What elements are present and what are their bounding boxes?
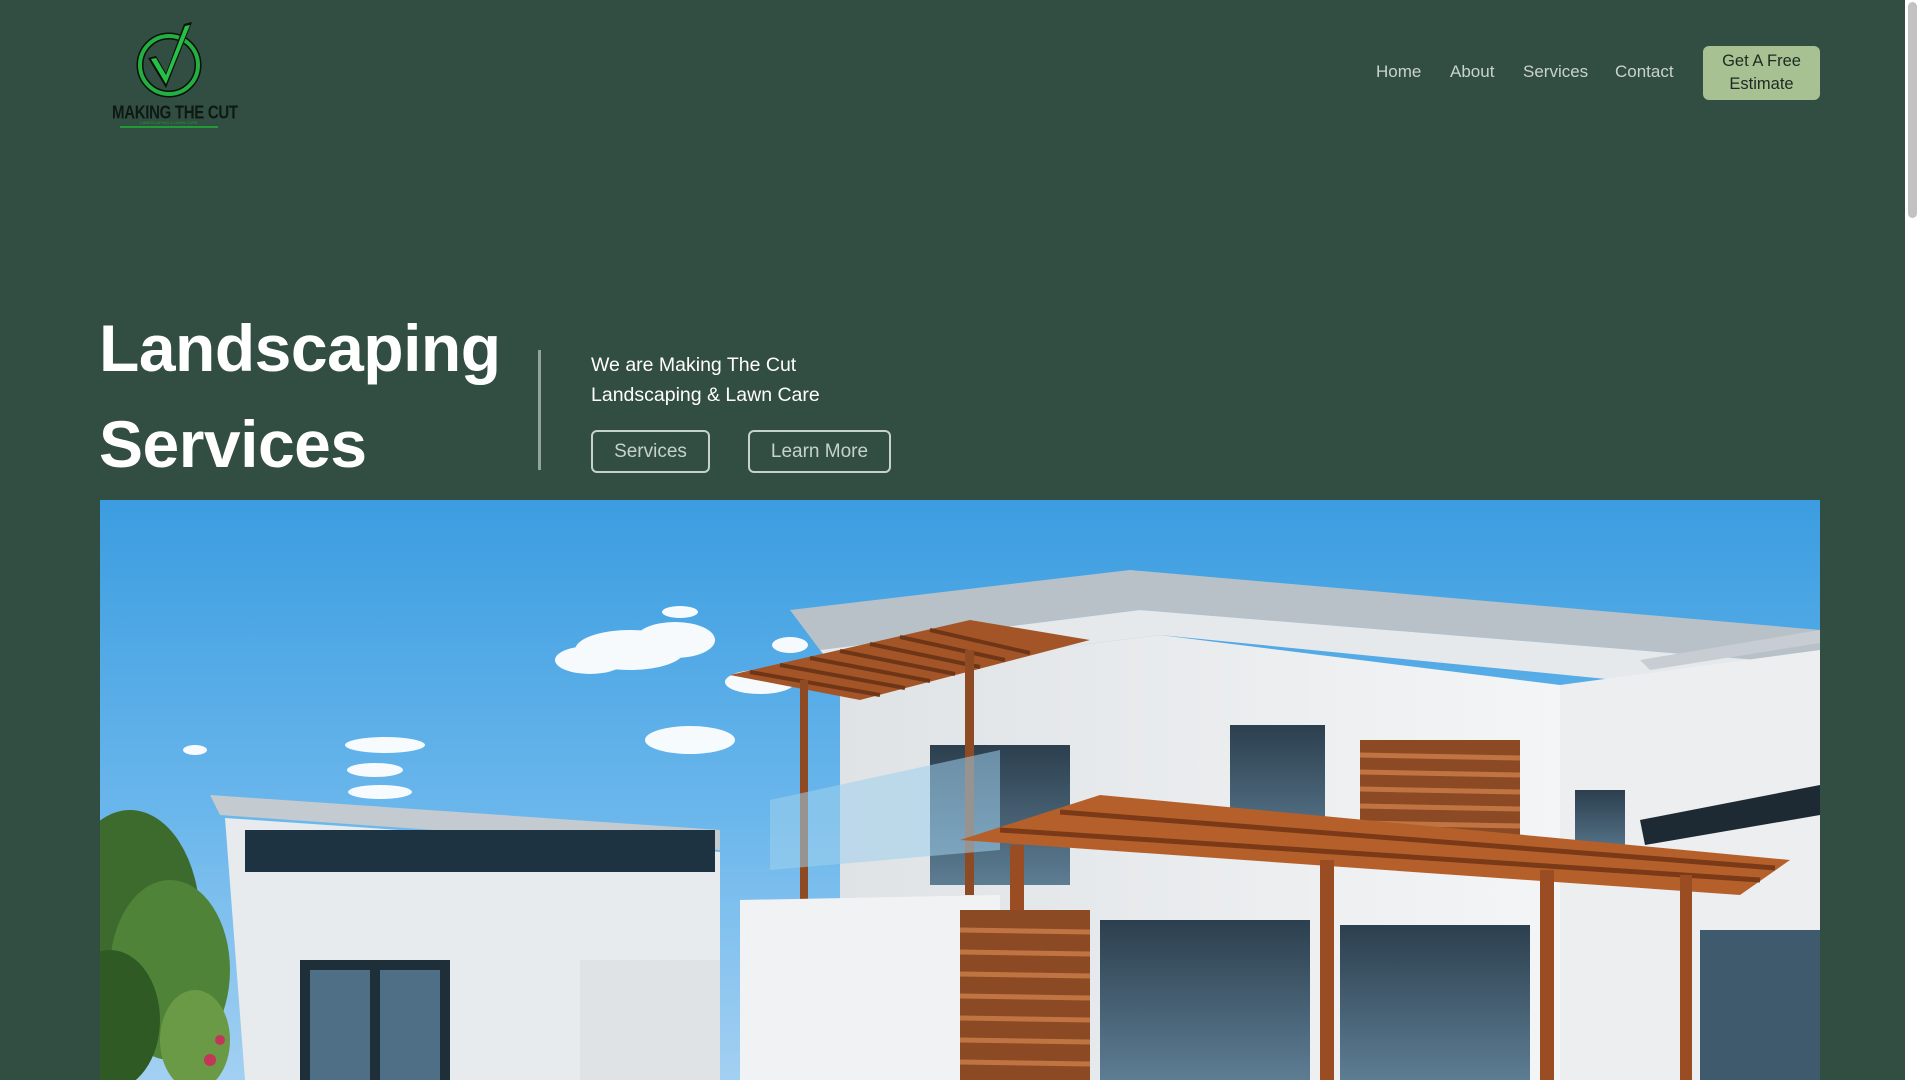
page: MAKING THE CUT LANDSCAPING & LAWN CARE H…	[0, 0, 1920, 1080]
page-scrollbar[interactable]	[1905, 0, 1920, 1080]
checkmark-circle-icon	[136, 22, 202, 98]
logo-underline	[120, 126, 218, 128]
hero-house-image	[100, 500, 1820, 1080]
house-photo	[100, 500, 1820, 1080]
learn-more-button[interactable]: Learn More	[748, 430, 891, 473]
services-button[interactable]: Services	[591, 430, 710, 473]
logo-subtitle: LANDSCAPING & LAWN CARE	[140, 120, 198, 125]
scrollbar-thumb[interactable]	[1908, 2, 1917, 218]
hero-title: Landscaping Services	[99, 300, 501, 492]
nav-about[interactable]: About	[1450, 62, 1494, 82]
hero-tagline: We are Making The Cut Landscaping & Lawn…	[591, 354, 820, 406]
nav-home[interactable]: Home	[1376, 62, 1421, 82]
site-logo[interactable]: MAKING THE CUT LANDSCAPING & LAWN CARE	[112, 18, 238, 130]
hero-title-line-1: Landscaping	[99, 311, 501, 385]
hero-divider	[538, 350, 541, 470]
hero-title-line-2: Services	[99, 407, 367, 481]
nav-services[interactable]: Services	[1523, 62, 1588, 82]
nav-contact[interactable]: Contact	[1615, 62, 1674, 82]
free-estimate-button[interactable]: Get A Free Estimate	[1703, 46, 1820, 100]
